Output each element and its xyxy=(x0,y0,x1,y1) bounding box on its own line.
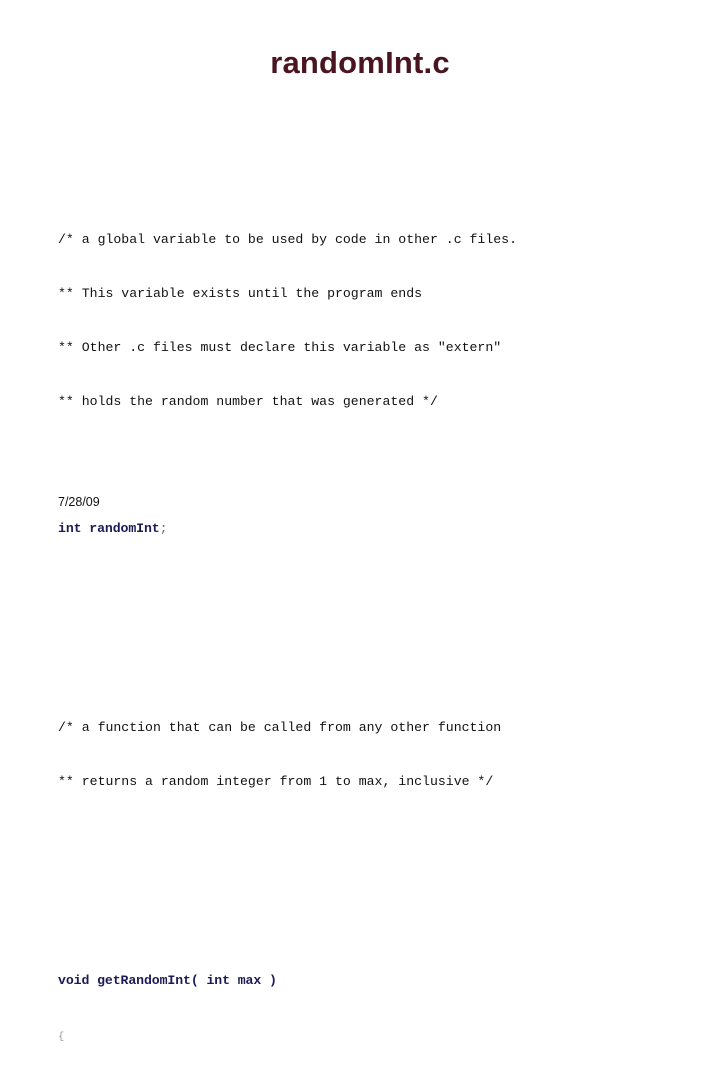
function-signature-line: void getRandomInt( int max ) xyxy=(58,973,277,989)
code-line: /* a global variable to be used by code … xyxy=(58,231,517,247)
code-line: ** This variable exists until the progra… xyxy=(58,285,423,301)
global-declaration-semicolon: ; xyxy=(159,521,168,537)
code-listing: /* a global variable to be used by code … xyxy=(58,122,678,1080)
code-spacer xyxy=(58,882,678,900)
code-line: ** returns a random integer from 1 to ma… xyxy=(58,774,494,790)
code-line: ** holds the random number that was gene… xyxy=(58,394,438,410)
function-comment-block: /* a function that can be called from an… xyxy=(58,683,678,828)
slide-canvas: randomInt.c /* a global variable to be u… xyxy=(0,0,720,1043)
code-line: ** Other .c files must declare this vari… xyxy=(58,340,502,356)
code-line: /* a function that can be called from an… xyxy=(58,720,502,736)
global-declaration-line: int randomInt; xyxy=(58,520,678,538)
code-spacer xyxy=(58,592,678,610)
open-brace-line: { xyxy=(58,1027,678,1046)
open-brace: { xyxy=(58,1030,65,1043)
global-comment-block: /* a global variable to be used by code … xyxy=(58,194,678,447)
global-declaration-keyword: int randomInt xyxy=(58,521,160,537)
page-title: randomInt.c xyxy=(270,45,450,80)
footer-date: 7/28/09 xyxy=(58,495,100,509)
